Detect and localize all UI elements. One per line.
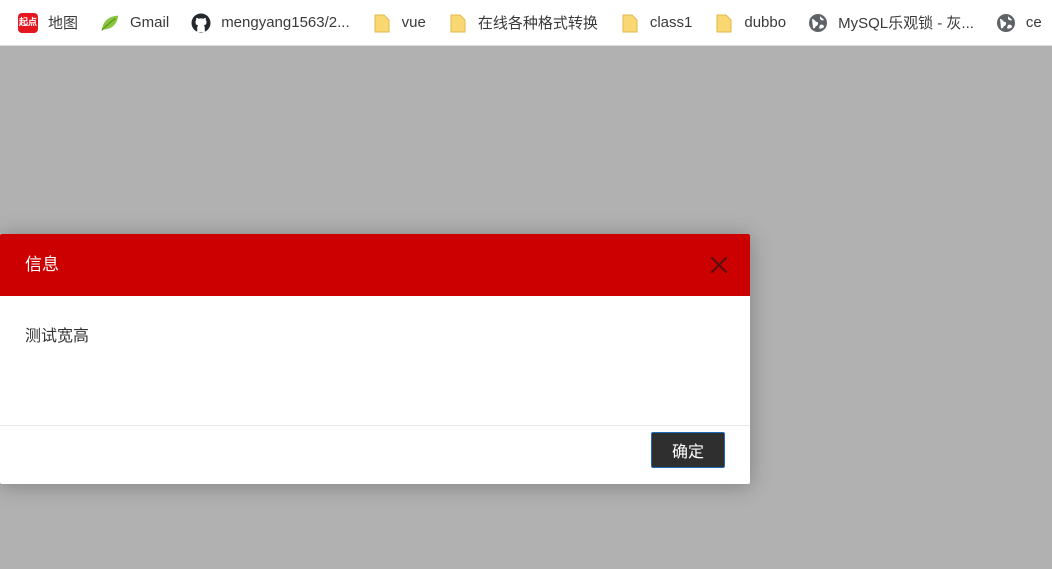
bookmark-folder-dubbo[interactable]: dubbo <box>714 8 786 38</box>
folder-icon <box>448 13 468 33</box>
bookmark-folder-vue[interactable]: vue <box>372 8 426 38</box>
bookmark-mysql[interactable]: MySQL乐观锁 - 灰... <box>808 8 974 38</box>
bookmark-label: ce <box>1025 14 1042 31</box>
bookmark-label: dubbo <box>744 14 787 31</box>
close-icon[interactable] <box>708 254 730 276</box>
bookmark-folder-class1[interactable]: class1 <box>620 8 693 38</box>
bookmarks-bar: 起点 地图 Gmail mengyang1563/2... vue 在线各种格式… <box>0 0 1052 46</box>
bookmark-label: class1 <box>649 14 693 31</box>
leaf-icon <box>100 13 120 33</box>
dialog-header: 信息 <box>0 234 750 296</box>
dialog-title: 信息 <box>25 255 59 275</box>
bookmark-folder-convert[interactable]: 在线各种格式转换 <box>448 8 598 38</box>
bookmark-github[interactable]: mengyang1563/2... <box>191 8 350 38</box>
folder-icon <box>620 13 640 33</box>
dialog-message: 测试宽高 <box>25 326 90 345</box>
bookmark-map[interactable]: 起点 地图 <box>18 8 78 38</box>
dialog-divider <box>0 425 750 426</box>
globe-icon <box>996 13 1016 33</box>
github-icon <box>191 13 211 33</box>
folder-icon <box>372 13 392 33</box>
bookmark-label: 在线各种格式转换 <box>477 15 598 32</box>
qidian-icon: 起点 <box>18 12 38 33</box>
info-dialog: 信息 测试宽高 确定 <box>0 234 750 484</box>
bookmark-gmail[interactable]: Gmail <box>100 8 169 38</box>
bookmark-label: 地图 <box>48 15 79 32</box>
bookmark-label: MySQL乐观锁 - 灰... <box>838 15 974 32</box>
confirm-button[interactable]: 确定 <box>651 432 725 468</box>
bookmark-label: mengyang1563/2... <box>221 14 350 31</box>
bookmark-ce[interactable]: ce <box>996 8 1042 38</box>
folder-icon <box>714 13 734 33</box>
bookmark-label: Gmail <box>130 14 170 31</box>
bookmark-label: vue <box>401 14 426 31</box>
globe-icon <box>808 13 828 33</box>
